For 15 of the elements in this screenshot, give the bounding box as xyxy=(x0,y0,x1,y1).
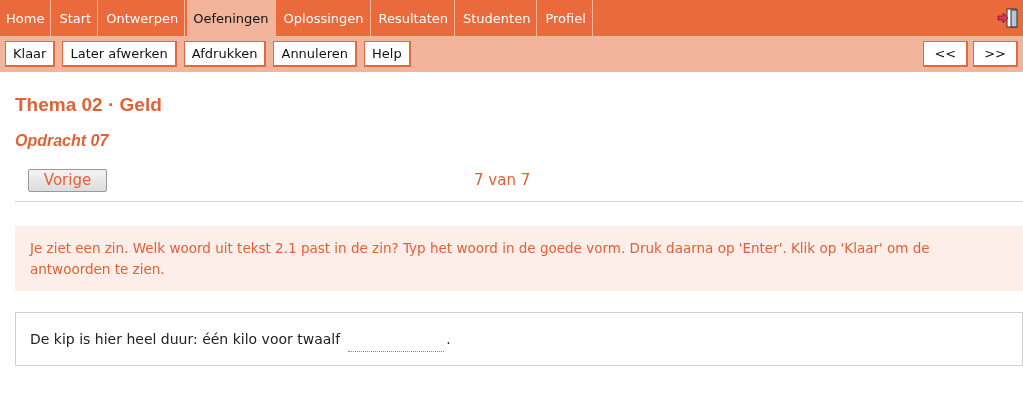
page-title: Thema 02 · Geld xyxy=(15,94,163,116)
pager-button[interactable]: >> xyxy=(973,41,1018,67)
exercise-title: Opdracht 07 xyxy=(15,132,110,150)
page-counter: 7 van 7 xyxy=(474,171,531,189)
instruction-text: Je ziet een zin. Welk woord uit tekst 2.1 past in de zin? Typ het woord in de goede vorm. Druk daarna op 'Enter'. Klik op 'Klaar' om de antwoorden te zien. xyxy=(15,226,1023,291)
toolbar-button[interactable]: Annuleren xyxy=(273,41,357,67)
exit-door-icon[interactable] xyxy=(997,7,1019,29)
sentence-end: . xyxy=(446,331,451,347)
toolbar-button[interactable]: Klaar xyxy=(5,41,56,67)
sentence-text: De kip is hier heel duur: één kilo voor twaalf xyxy=(30,331,341,347)
toolbar-button[interactable]: Help xyxy=(364,41,411,67)
pager-button[interactable]: << xyxy=(923,41,969,67)
nav-tab[interactable]: Oefeningen xyxy=(187,0,276,36)
toolbar-button[interactable]: Later afwerken xyxy=(62,41,177,67)
toolbar-button[interactable]: Afdrukken xyxy=(183,41,267,67)
